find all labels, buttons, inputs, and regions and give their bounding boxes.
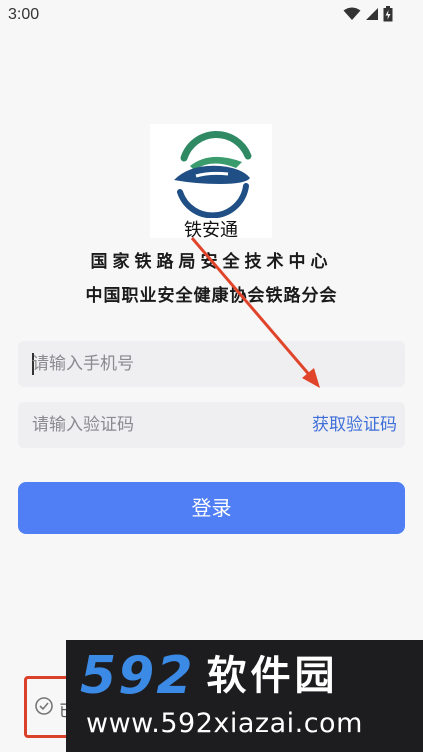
org-name-2: 中国职业安全健康协会铁路分会 (85, 286, 338, 306)
watermark-name: 软件园 (206, 653, 339, 699)
verification-code-input[interactable] (32, 402, 292, 448)
watermark-number: 592 (80, 646, 195, 706)
app-logo: 铁安通 (150, 124, 272, 241)
wifi-icon (343, 7, 361, 20)
signal-icon (366, 8, 378, 20)
train-logo-icon (174, 130, 252, 218)
battery-icon (383, 6, 393, 22)
watermark: 592 软件园 www.592xiazai.com (66, 640, 423, 752)
code-field[interactable]: 获取验证码 (18, 402, 405, 448)
login-button[interactable]: 登录 (18, 482, 405, 534)
watermark-url: www.592xiazai.com (86, 708, 363, 739)
status-bar: 3:00 (0, 0, 423, 30)
status-time: 3:00 (8, 6, 40, 23)
status-icons (343, 6, 393, 22)
org-name-1: 国家铁路局安全技术中心 (90, 252, 333, 272)
check-circle-icon[interactable] (34, 696, 54, 716)
phone-field[interactable] (18, 341, 405, 387)
get-code-button[interactable]: 获取验证码 (312, 402, 397, 448)
logo-text: 铁安通 (184, 220, 238, 241)
phone-input[interactable] (32, 341, 292, 387)
watermark-brand: 592 软件园 (80, 648, 420, 704)
